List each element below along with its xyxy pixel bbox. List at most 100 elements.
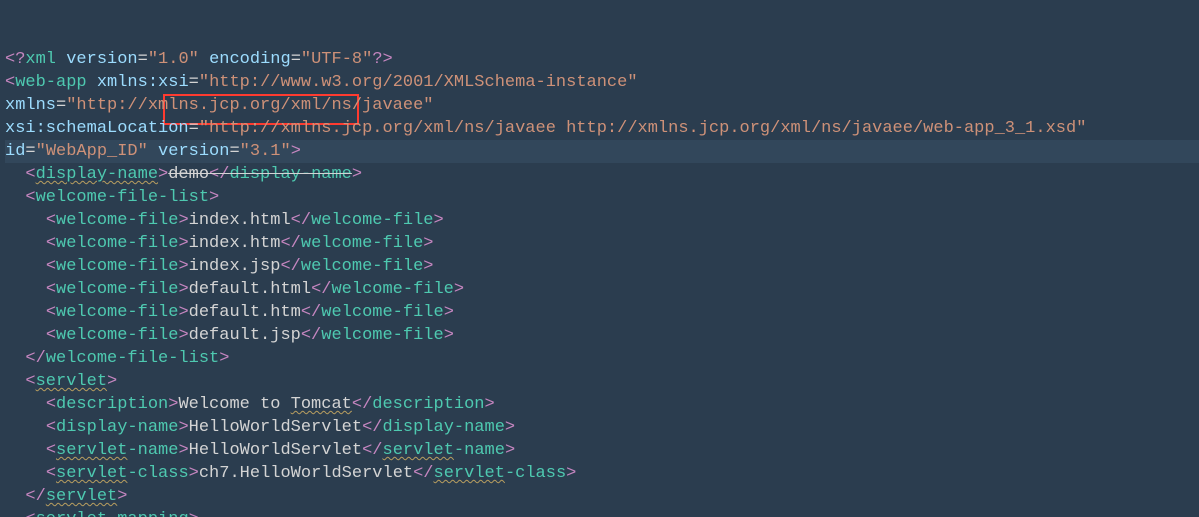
code-token: < (46, 326, 56, 345)
code-token: > (117, 487, 127, 506)
code-line[interactable]: <servlet-mapping> (5, 508, 1199, 517)
code-token: < (46, 280, 56, 299)
code-token (199, 50, 209, 69)
code-line[interactable]: <display-name>HelloWorldServlet</display… (5, 416, 1199, 439)
code-token: welcome-file (321, 326, 443, 345)
code-token: > (219, 349, 229, 368)
code-token: </ (280, 257, 300, 276)
code-line[interactable]: </welcome-file-list> (5, 347, 1199, 370)
code-token: " (36, 142, 46, 161)
code-token: index.html (189, 211, 291, 230)
code-token: </ (413, 464, 433, 483)
code-token: > (423, 234, 433, 253)
code-token: servlet (56, 464, 127, 483)
code-token: " (280, 142, 290, 161)
code-token: index.jsp (189, 257, 281, 276)
code-token: -class (127, 464, 188, 483)
code-token: welcome-file (56, 280, 178, 299)
code-token: > (189, 510, 199, 517)
code-token: version (66, 50, 137, 69)
code-token: servlet (56, 441, 127, 460)
code-line[interactable]: <welcome-file-list> (5, 186, 1199, 209)
code-token: > (209, 188, 219, 207)
code-token (5, 464, 46, 483)
code-token: http://xmlns.jcp.org/xml/ns/javaee http:… (209, 119, 1076, 138)
code-token: version (158, 142, 229, 161)
code-line[interactable]: <display-name>demo</display-name> (5, 163, 1199, 186)
code-token: -name (127, 441, 178, 460)
code-token (87, 73, 97, 92)
code-token: > (352, 165, 362, 184)
code-token: " (66, 96, 76, 115)
code-line[interactable]: <servlet-class>ch7.HelloWorldServlet</se… (5, 462, 1199, 485)
code-token: Tomcat (291, 395, 352, 414)
code-token: < (46, 464, 56, 483)
code-token (5, 510, 25, 517)
code-token: " (423, 96, 433, 115)
code-token: display-name (36, 165, 158, 184)
code-token: welcome-file (56, 211, 178, 230)
code-line[interactable]: <servlet-name>HelloWorldServlet</servlet… (5, 439, 1199, 462)
code-line[interactable]: <web-app xmlns:xsi="http://www.w3.org/20… (5, 71, 1199, 94)
code-token: servlet (383, 441, 454, 460)
code-token: </ (311, 280, 331, 299)
code-token: > (178, 211, 188, 230)
code-line[interactable]: <welcome-file>index.jsp</welcome-file> (5, 255, 1199, 278)
code-line[interactable]: <welcome-file>default.html</welcome-file… (5, 278, 1199, 301)
code-token: description (372, 395, 484, 414)
code-token: < (46, 418, 56, 437)
code-line[interactable]: <welcome-file>index.html</welcome-file> (5, 209, 1199, 232)
code-token: display-name (382, 418, 504, 437)
code-line[interactable]: <welcome-file>index.htm</welcome-file> (5, 232, 1199, 255)
code-token: 1.0 (158, 50, 189, 69)
code-token: < (25, 510, 35, 517)
code-line[interactable]: <welcome-file>default.jsp</welcome-file> (5, 324, 1199, 347)
code-token: < (25, 188, 35, 207)
code-token: welcome-file-list (36, 188, 209, 207)
code-token: -mapping (107, 510, 189, 517)
code-line[interactable]: xsi:schemaLocation="http://xmlns.jcp.org… (5, 117, 1199, 140)
code-editor[interactable]: <?xml version="1.0" encoding="UTF-8"?><w… (0, 0, 1199, 517)
code-token: < (46, 303, 56, 322)
code-token: " (199, 119, 209, 138)
code-token: servlet (36, 372, 107, 391)
code-token: http://xmlns.jcp.org/xml/ns/javaee (76, 96, 423, 115)
code-token: < (46, 234, 56, 253)
code-token: = (56, 96, 66, 115)
code-token: welcome-file (56, 257, 178, 276)
code-line[interactable]: <description>Welcome to Tomcat</descript… (5, 393, 1199, 416)
code-line[interactable]: xmlns="http://xmlns.jcp.org/xml/ns/javae… (5, 94, 1199, 117)
code-token: </ (280, 234, 300, 253)
code-line[interactable]: </servlet> (5, 485, 1199, 508)
code-token (5, 280, 46, 299)
code-token: < (5, 73, 15, 92)
code-token: </ (25, 487, 45, 506)
code-token (148, 142, 158, 161)
code-token: display-name (56, 418, 178, 437)
code-token: HelloWorldServlet (189, 418, 362, 437)
code-token: > (434, 211, 444, 230)
code-token: > (178, 326, 188, 345)
code-token: -name (454, 441, 505, 460)
code-token: > (178, 418, 188, 437)
code-token: > (423, 257, 433, 276)
code-token: > (505, 441, 515, 460)
code-token: xmlns:xsi (97, 73, 189, 92)
code-token: < (46, 395, 56, 414)
code-line[interactable]: <servlet> (5, 370, 1199, 393)
code-token: <? (5, 50, 25, 69)
code-token: HelloWorldServlet (189, 441, 362, 460)
code-token: " (199, 73, 209, 92)
code-token: default.htm (189, 303, 301, 322)
code-line[interactable]: <?xml version="1.0" encoding="UTF-8"?> (5, 48, 1199, 71)
code-token: description (56, 395, 168, 414)
code-token: > (178, 280, 188, 299)
code-token: > (178, 234, 188, 253)
code-token: http://www.w3.org/2001/XMLSchema-instanc… (209, 73, 627, 92)
code-token: servlet (434, 464, 505, 483)
code-token: </ (362, 441, 382, 460)
code-line[interactable]: id="WebApp_ID" version="3.1"> (5, 140, 1199, 163)
code-line[interactable]: <welcome-file>default.htm</welcome-file> (5, 301, 1199, 324)
code-token (56, 50, 66, 69)
code-token: xml (25, 50, 56, 69)
